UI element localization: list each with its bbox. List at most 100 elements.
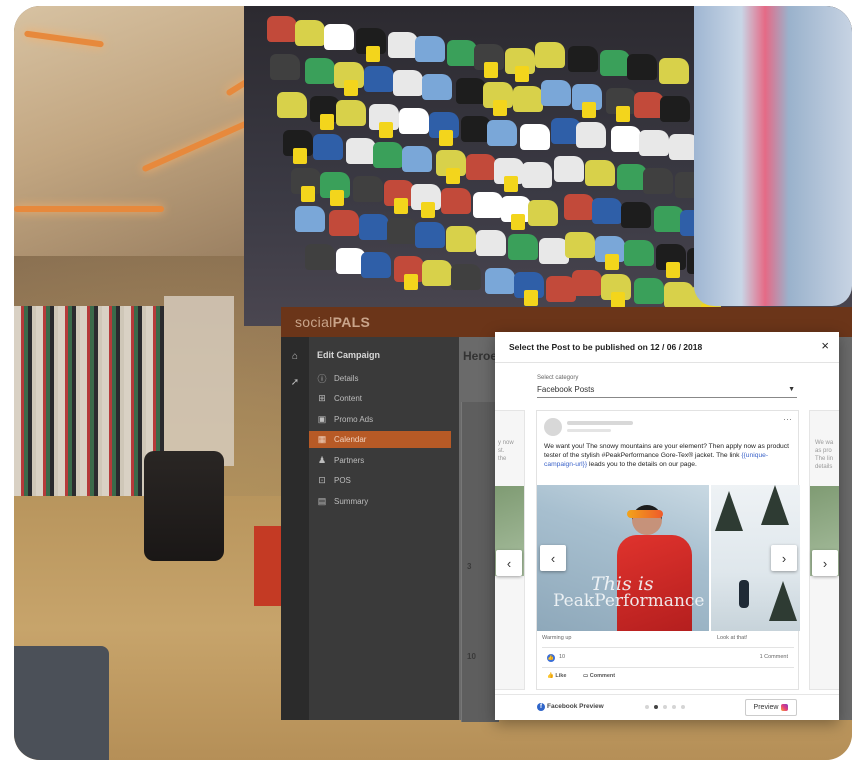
- counter: [14, 646, 109, 760]
- sidebar-item-partners[interactable]: ♟ Partners: [309, 452, 451, 469]
- like-button[interactable]: 👍 Like: [547, 673, 566, 679]
- ski-boot: [486, 120, 517, 146]
- tree: [761, 485, 789, 525]
- ski-boot: [508, 234, 539, 260]
- carousel-dot[interactable]: [681, 705, 685, 709]
- calendar-day[interactable]: 3: [467, 562, 471, 571]
- comment-icon: ▭: [583, 673, 590, 679]
- prev-post-text: y now st. the: [498, 440, 514, 462]
- folding-chair: [144, 451, 224, 561]
- home-icon[interactable]: ⌂: [289, 351, 301, 363]
- select-category-label: Select category: [537, 375, 579, 381]
- ski-boot: [572, 270, 602, 296]
- ski-rack: [14, 306, 164, 506]
- price-tag: [581, 102, 596, 118]
- next-post-button[interactable]: ›: [812, 550, 838, 576]
- image-next-button[interactable]: ›: [771, 545, 797, 571]
- ski-boot: [450, 264, 481, 290]
- price-tag: [404, 274, 419, 290]
- sidebar-item-pos[interactable]: ⊡ POS: [309, 472, 451, 489]
- select-post-modal: Select the Post to be published on 12 / …: [495, 332, 839, 720]
- price-tag: [446, 168, 461, 184]
- carousel-dot[interactable]: [654, 705, 658, 709]
- carousel-dot[interactable]: [663, 705, 667, 709]
- sidebar-item-promo-ads[interactable]: ▣ Promo Ads: [309, 411, 451, 428]
- calendar-day[interactable]: 10: [467, 652, 476, 661]
- ski-boot: [415, 36, 446, 62]
- ski-boot: [392, 70, 423, 96]
- close-icon[interactable]: ×: [821, 338, 829, 353]
- price-tag: [420, 202, 435, 218]
- info-icon: ⓘ: [317, 374, 327, 384]
- prev-post-button[interactable]: ‹: [496, 550, 522, 576]
- sidebar-item-summary[interactable]: ▤ Summary: [309, 493, 451, 510]
- tree: [715, 491, 743, 531]
- like-count: 10: [559, 654, 566, 660]
- next-post-text: We wa as pro The lin details: [815, 440, 834, 470]
- ski-boot: [660, 96, 691, 122]
- divider: [495, 362, 839, 363]
- rocket-icon[interactable]: ➚: [289, 377, 301, 389]
- ski-boot: [565, 232, 596, 258]
- ski-boot: [624, 240, 655, 266]
- comment-button[interactable]: ▭ Comment: [583, 673, 615, 679]
- app-logo[interactable]: socialPALS: [295, 314, 370, 330]
- ski-boot: [472, 192, 503, 218]
- facebook-icon: f: [537, 703, 545, 711]
- shelf: [164, 296, 234, 466]
- ski-boot: [414, 222, 445, 248]
- ski-boot: [576, 122, 607, 148]
- ski-boot: [466, 154, 497, 180]
- ski-boot: [305, 244, 336, 270]
- price-tag: [510, 214, 525, 230]
- price-tag: [330, 190, 345, 206]
- carousel-dot[interactable]: [672, 705, 676, 709]
- ski-boot: [447, 40, 478, 66]
- more-options-icon[interactable]: ···: [783, 414, 792, 424]
- ski-boot: [387, 32, 418, 58]
- ski-boot: [324, 24, 355, 50]
- ski-boot: [398, 108, 429, 134]
- ski-boot: [610, 126, 641, 152]
- like-badge-icon: 👍: [547, 654, 555, 662]
- carousel-dots: [645, 705, 685, 709]
- facebook-post-card[interactable]: ··· We want you! The snowy mountains are…: [536, 410, 800, 690]
- preview-button[interactable]: Preview: [745, 699, 797, 716]
- price-tag: [366, 46, 381, 62]
- avatar: [544, 418, 562, 436]
- ski-boot: [270, 54, 301, 80]
- divider: [542, 667, 794, 668]
- hiker-figure: [739, 580, 749, 608]
- chevron-down-icon: ▼: [788, 386, 795, 393]
- clipboard-icon: ▤: [317, 496, 327, 506]
- image-prev-button[interactable]: ‹: [540, 545, 566, 571]
- ski-boot: [421, 260, 452, 286]
- ski-boot: [352, 176, 383, 202]
- sidebar-item-content[interactable]: ⊞ Content: [309, 390, 451, 407]
- ski-boot: [484, 268, 515, 294]
- plus-square-icon: ⊞: [318, 393, 326, 403]
- ski-boot: [372, 142, 403, 168]
- comment-count[interactable]: 1 Comment: [760, 654, 788, 660]
- ski-boot: [312, 134, 343, 160]
- modal-footer: f Facebook Preview Preview: [495, 694, 839, 720]
- image-caption: Warming up: [542, 635, 572, 641]
- ski-boot: [277, 92, 308, 118]
- price-tag: [504, 176, 519, 192]
- sidebar-item-calendar[interactable]: ▦ Calendar: [309, 431, 451, 448]
- carousel-dot[interactable]: [645, 705, 649, 709]
- ski-boot: [642, 168, 673, 194]
- ski-boot: [295, 20, 326, 46]
- sidebar-item-details[interactable]: ⓘ Details: [309, 370, 451, 387]
- ski-boot: [535, 42, 566, 68]
- date-placeholder: [567, 429, 611, 432]
- user-plus-icon: ♟: [317, 455, 327, 465]
- ski-boot: [386, 218, 417, 244]
- page-title: Heroe: [463, 349, 498, 363]
- author-placeholder: [567, 421, 633, 425]
- category-select[interactable]: Facebook Posts ▼: [537, 385, 797, 398]
- icon-bar: ⌂ ➚: [281, 337, 309, 720]
- ski-boot: [634, 278, 665, 304]
- ski-boot: [541, 80, 572, 106]
- ski-boot: [658, 58, 689, 84]
